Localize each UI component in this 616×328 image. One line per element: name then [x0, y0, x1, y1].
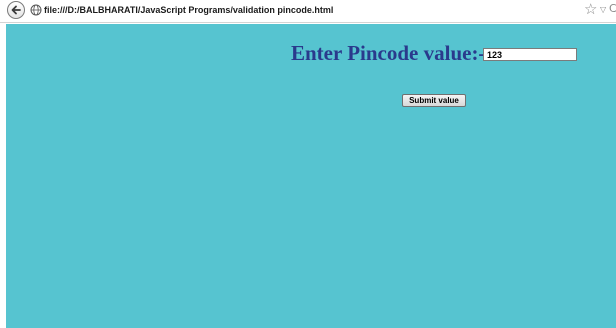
- page-content: Enter Pincode value:- Submit value: [6, 24, 616, 328]
- address-bar[interactable]: file:///D:/BALBHARATI/JavaScript Program…: [44, 5, 333, 15]
- back-arrow-icon: [11, 5, 21, 15]
- pincode-label: Enter Pincode value:-: [291, 41, 486, 65]
- pincode-input[interactable]: [483, 48, 577, 61]
- globe-icon: [30, 4, 42, 16]
- submit-button[interactable]: Submit value: [402, 94, 466, 107]
- bookmark-star-icon[interactable]: ☆: [584, 2, 597, 17]
- back-button[interactable]: [7, 1, 25, 19]
- reload-icon[interactable]: C: [609, 3, 616, 14]
- browser-toolbar: file:///D:/BALBHARATI/JavaScript Program…: [0, 0, 616, 23]
- chevron-down-icon[interactable]: ▽: [600, 6, 606, 14]
